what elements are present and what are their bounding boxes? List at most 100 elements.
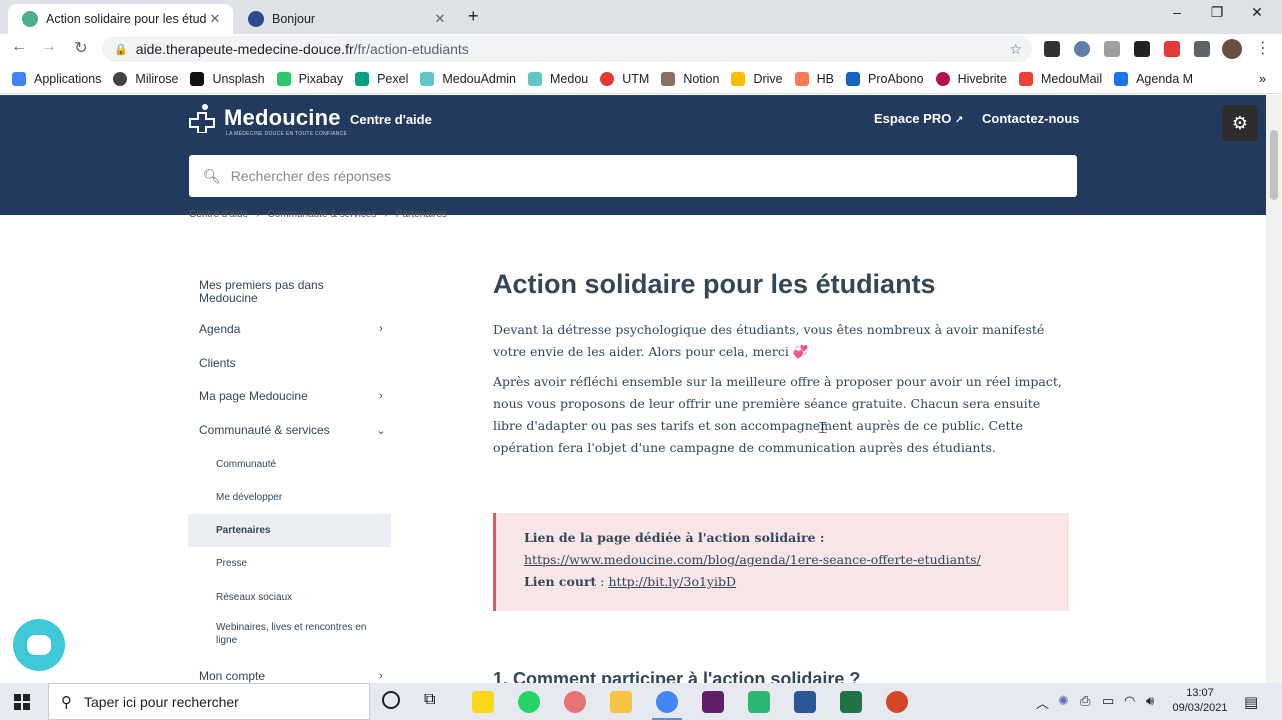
- bookmark-applications[interactable]: Applications: [12, 71, 101, 86]
- sidebar-item-communaute-services[interactable]: Communauté & services ⌄: [188, 421, 391, 439]
- windows-start-button[interactable]: [0, 683, 44, 720]
- powerpoint-icon[interactable]: [886, 691, 908, 713]
- bookmark-hb[interactable]: HB: [794, 71, 834, 86]
- word-icon[interactable]: [794, 691, 816, 713]
- more-bookmarks-icon[interactable]: »: [1259, 72, 1266, 86]
- sidebar-subitem-me-developper[interactable]: Me développer: [188, 486, 391, 508]
- sidebar-item-mon-compte[interactable]: Mon compte ›: [188, 667, 391, 683]
- profile-avatar[interactable]: [1222, 39, 1242, 59]
- close-window-icon[interactable]: ✕: [1234, 4, 1280, 21]
- notifications-icon[interactable]: ▤: [1244, 693, 1258, 711]
- help-center-link[interactable]: Centre d'aide: [350, 112, 432, 127]
- breadcrumb-item[interactable]: Communauté & services: [268, 209, 377, 220]
- bookmark-unsplash[interactable]: Unsplash: [190, 71, 265, 86]
- clock-time: 13:07: [1186, 687, 1214, 699]
- extension-camera-icon[interactable]: [1104, 41, 1120, 57]
- bookmark-drive[interactable]: Drive: [731, 71, 783, 86]
- bookmark-proabono[interactable]: ProAbono: [846, 71, 924, 86]
- sidebar-subitem-webinaires[interactable]: Webinaires, lives et rencontres en ligne: [188, 618, 391, 650]
- taskbar-search-box[interactable]: ⚲ Taper ici pour rechercher: [48, 683, 370, 720]
- task-view-icon[interactable]: ⧉: [424, 691, 435, 709]
- bookmark-medouadmin[interactable]: MedouAdmin: [420, 71, 516, 86]
- sticky-notes-icon[interactable]: [472, 691, 494, 713]
- tab-title: Action solidaire pour les étudiants: [46, 12, 207, 26]
- clock-date: 09/03/2021: [1172, 702, 1228, 714]
- back-icon[interactable]: ←: [8, 38, 30, 56]
- bookmark-utm[interactable]: UTM: [600, 71, 649, 86]
- taskbar-search-placeholder: Taper ici pour rechercher: [84, 693, 239, 710]
- short-link[interactable]: http://bit.ly/3o1yibD: [609, 574, 737, 589]
- chevron-down-icon: ⌄: [376, 424, 386, 437]
- bookmark-notion[interactable]: Notion: [661, 71, 719, 86]
- contact-link[interactable]: Contactez-nous: [982, 111, 1080, 126]
- extension-coupon-icon[interactable]: [1074, 41, 1090, 57]
- bookmark-pixabay[interactable]: Pixabay: [276, 71, 343, 86]
- reload-icon[interactable]: ↻: [70, 38, 92, 58]
- sidebar-subitem-reseaux-sociaux[interactable]: Réseaux sociaux: [188, 586, 391, 608]
- sidebar-item-ma-page[interactable]: Ma page Medoucine ›: [188, 387, 391, 405]
- slack-icon[interactable]: [702, 691, 724, 713]
- snipping-tool-icon[interactable]: [564, 691, 586, 713]
- chat-widget-button[interactable]: [13, 619, 65, 671]
- breadcrumb-item[interactable]: Partenaires: [396, 209, 447, 220]
- menu-kebab-icon[interactable]: ⋮: [1252, 38, 1274, 58]
- page-scrollbar[interactable]: [1266, 95, 1282, 683]
- taskbar-clock[interactable]: 13:07 09/03/2021: [1168, 686, 1232, 716]
- wifi-icon[interactable]: ◠: [1124, 693, 1135, 709]
- cortana-icon[interactable]: [382, 691, 400, 709]
- brand-tagline: LA MÉDECINE DOUCE EN TOUTE CONFIANCE: [226, 131, 348, 137]
- forward-icon[interactable]: →: [38, 38, 60, 56]
- extension-lt-icon[interactable]: [1134, 41, 1150, 57]
- bookmark-medou[interactable]: Medou: [528, 71, 588, 86]
- tray-chevron-up-icon[interactable]: ︿: [1036, 693, 1049, 712]
- bookmark-star-icon[interactable]: ☆: [1009, 41, 1022, 58]
- bookmark-medoumail[interactable]: MedouMail: [1018, 71, 1102, 86]
- bookmark-hivebrite[interactable]: Hivebrite: [935, 71, 1007, 86]
- bookmark-agenda-m[interactable]: Agenda M: [1114, 71, 1193, 86]
- sidebar-subitem-communaute[interactable]: Communauté: [188, 453, 391, 475]
- chevron-right-icon: ›: [379, 323, 383, 335]
- excel-icon[interactable]: [840, 691, 862, 713]
- medoucine-logo[interactable]: Medoucine LA MÉDECINE DOUCE EN TOUTE CON…: [188, 103, 347, 137]
- tray-device-icon[interactable]: ⎙: [1080, 693, 1090, 709]
- volume-icon[interactable]: 🔊︎: [1146, 693, 1154, 709]
- chat-bubble-icon: [27, 635, 51, 655]
- search-input[interactable]: [230, 168, 1051, 184]
- hubspot-icon: [794, 71, 809, 86]
- tab-action-solidaire[interactable]: Action solidaire pour les étudiants ✕: [8, 4, 233, 34]
- extension-tag-icon[interactable]: [1044, 41, 1060, 57]
- windows-taskbar: ⚲ Taper ici pour rechercher ⧉ ︿ ✺ ⎙ ▭ ◠ …: [0, 683, 1282, 720]
- sidebar-item-clients[interactable]: Clients: [188, 354, 391, 372]
- sidebar-subitem-partenaires[interactable]: Partenaires: [188, 514, 391, 547]
- close-tab-icon[interactable]: ✕: [207, 11, 223, 27]
- sidebar-item-agenda[interactable]: Agenda ›: [188, 320, 391, 338]
- article-paragraph: Devant la détresse psychologique des étu…: [493, 322, 1045, 359]
- hubspot-sprocket-icon[interactable]: ⚙: [1222, 105, 1258, 141]
- whatsapp-icon[interactable]: [518, 691, 540, 713]
- chevron-right-icon: ›: [379, 390, 383, 402]
- dedicated-page-link[interactable]: https://www.medoucine.com/blog/agenda/1e…: [524, 552, 981, 567]
- breadcrumb-item[interactable]: Centre d'aide: [189, 209, 248, 220]
- search-icon: 🔍︎: [203, 167, 221, 184]
- medoucine-favicon-icon: [22, 11, 38, 27]
- sidebar-subitem-presse[interactable]: Presse: [188, 552, 391, 574]
- address-bar[interactable]: 🔒 aide.therapeute-medecine-douce.fr /fr/…: [102, 36, 1032, 62]
- notion-icon: [661, 71, 676, 86]
- close-tab-icon[interactable]: ✕: [432, 11, 448, 27]
- espace-pro-link[interactable]: Espace PRO ↗: [874, 111, 963, 126]
- extensions-puzzle-icon[interactable]: [1194, 41, 1210, 57]
- tab-bonjour[interactable]: Bonjour ✕: [234, 4, 458, 34]
- new-tab-button[interactable]: +: [468, 6, 479, 27]
- android-messages-icon[interactable]: [748, 691, 770, 713]
- tray-app-icon[interactable]: ✺: [1058, 693, 1069, 709]
- article-title: Action solidaire pour les étudiants: [493, 269, 936, 299]
- sidebar-item-premiers-pas[interactable]: Mes premiers pas dans Medoucine: [188, 277, 391, 307]
- bookmark-pexel[interactable]: Pexel: [355, 71, 408, 86]
- chrome-icon[interactable]: [652, 691, 682, 720]
- help-search-box[interactable]: 🔍︎: [189, 155, 1077, 197]
- file-explorer-icon[interactable]: [610, 691, 632, 713]
- scrollbar-thumb[interactable]: [1270, 130, 1278, 200]
- battery-icon[interactable]: ▭: [1102, 693, 1114, 709]
- extension-color-icon[interactable]: [1164, 41, 1180, 57]
- bookmark-milirose[interactable]: Milirose: [113, 71, 178, 86]
